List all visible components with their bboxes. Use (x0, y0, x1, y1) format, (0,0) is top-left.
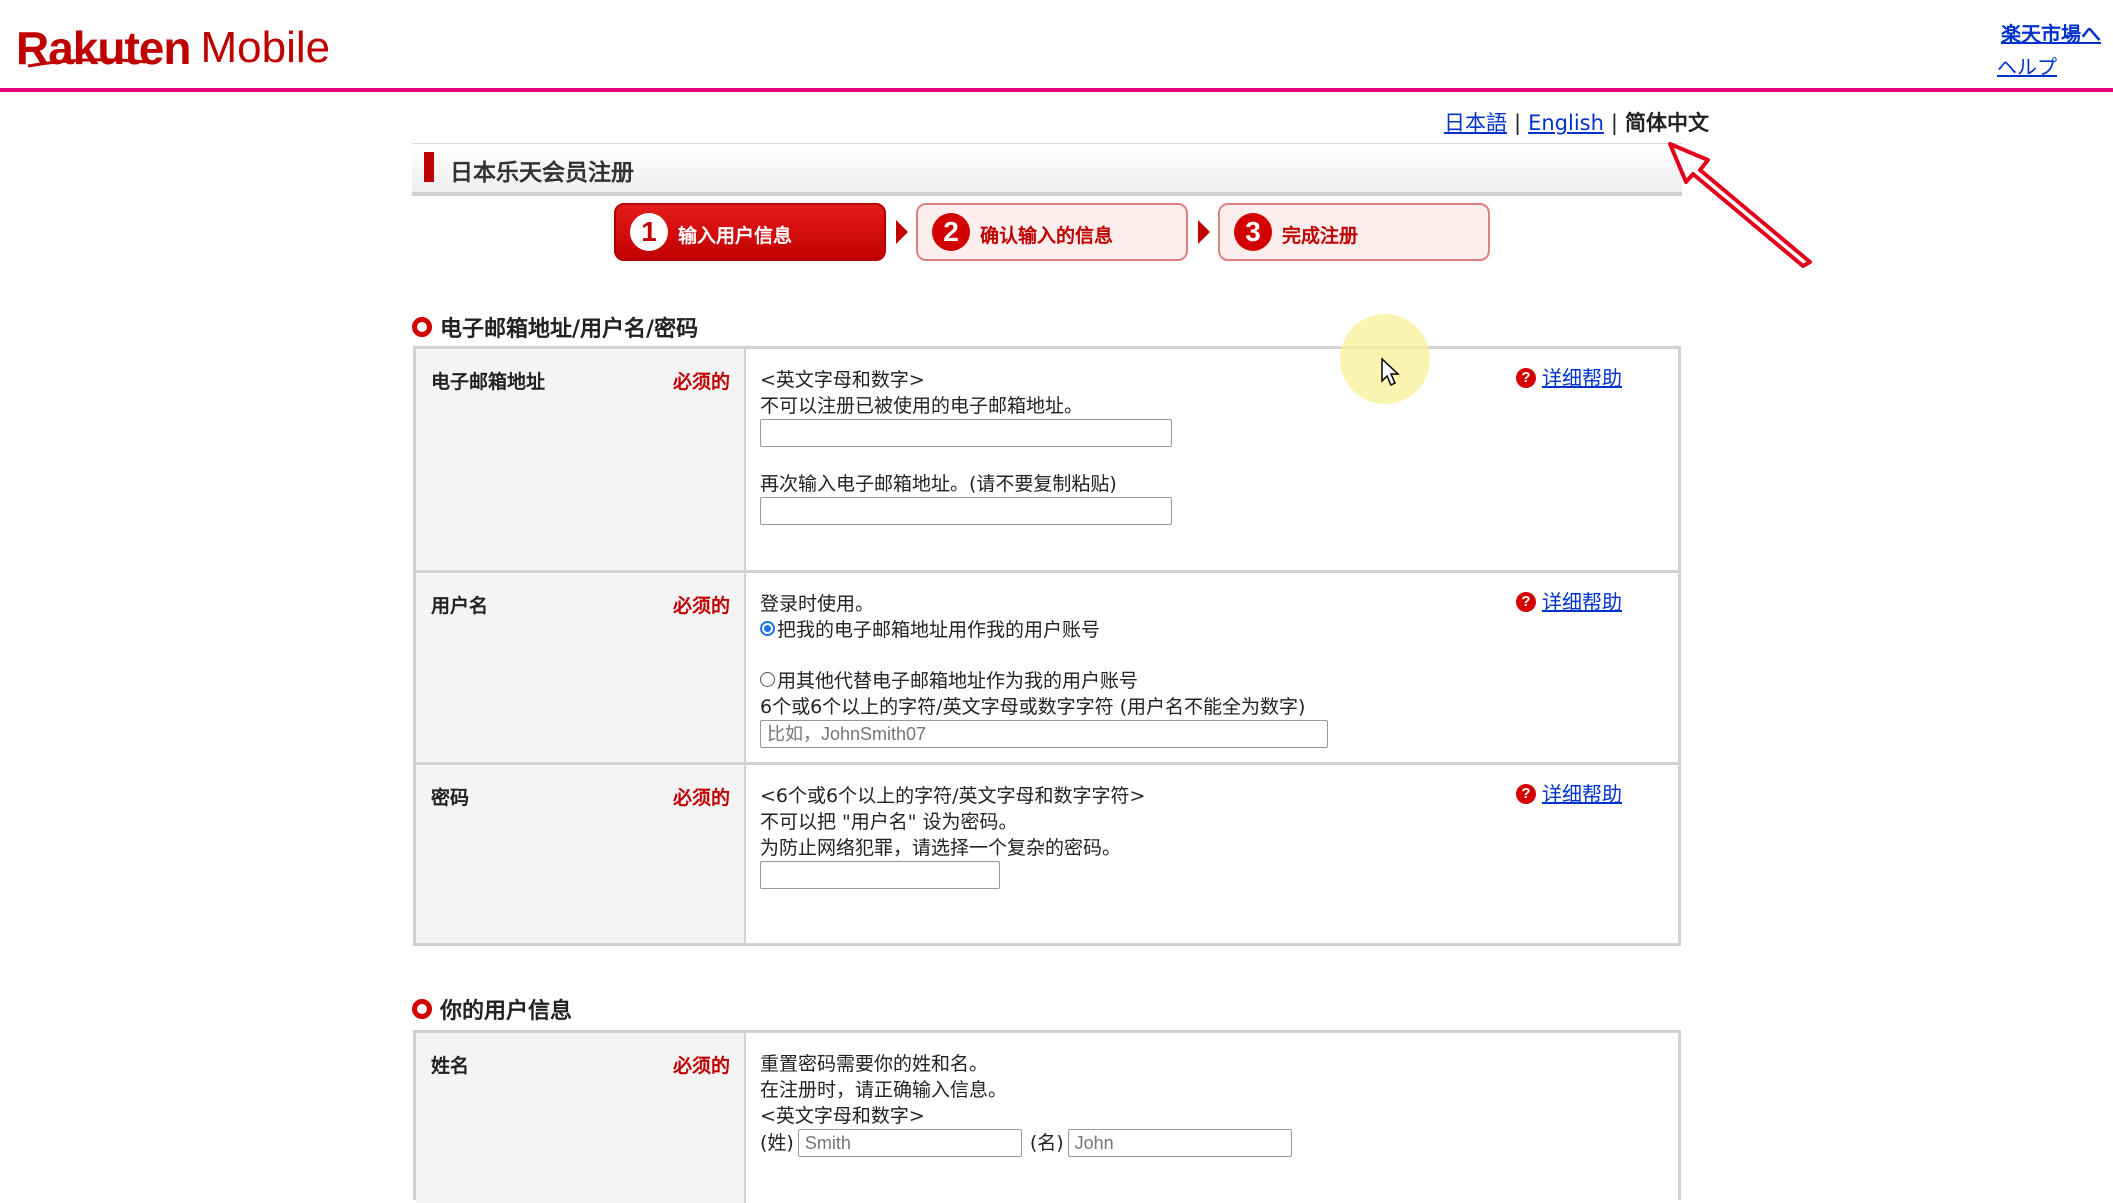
step-1: 1 输入用户信息 (614, 203, 886, 261)
name-content-cell: 重置密码需要你的姓和名。 在注册时，请正确输入信息。 <英文字母和数字> (姓)… (746, 1033, 1678, 1203)
step-2-number: 2 (932, 213, 970, 251)
name-hint-1: 重置密码需要你的姓和名。 (760, 1053, 989, 1075)
bullet-icon (412, 317, 432, 337)
step-3-number: 3 (1234, 213, 1272, 251)
annotation-arrow-icon (1668, 142, 1812, 268)
help-link[interactable]: ヘルプ (1997, 51, 2057, 80)
password-row: 密码 必须的 <6个或6个以上的字符/英文字母和数字字符> 不可以把 "用户名"… (416, 765, 1678, 943)
step-arrow-icon (896, 220, 908, 244)
name-row: 姓名 必须的 重置密码需要你的姓和名。 在注册时，请正确输入信息。 <英文字母和… (416, 1033, 1678, 1203)
email-input[interactable] (760, 419, 1172, 447)
page-title: 日本乐天会员注册 (450, 160, 634, 186)
email-confirm-input[interactable] (760, 497, 1172, 525)
registration-steps: 1 输入用户信息 2 确认输入的信息 3 完成注册 (614, 203, 1494, 261)
radio-email-as-username[interactable] (760, 621, 775, 636)
email-help[interactable]: ? 详细帮助 (1516, 365, 1622, 391)
lang-separator: | (1610, 111, 1618, 135)
name-label: 姓名 (431, 1055, 470, 1077)
last-name-label: (姓) (760, 1132, 794, 1154)
step-3: 3 完成注册 (1218, 203, 1490, 261)
name-label-cell: 姓名 必须的 (416, 1033, 746, 1203)
lang-japanese-link[interactable]: 日本語 (1444, 111, 1507, 135)
step-2-label: 确认输入的信息 (980, 225, 1114, 247)
email-label: 电子邮箱地址 (431, 371, 546, 393)
section-heading-account: 电子邮箱地址/用户名/密码 (412, 311, 698, 343)
username-help-link[interactable]: 详细帮助 (1542, 589, 1622, 615)
question-icon: ? (1516, 784, 1536, 804)
first-name-input[interactable] (1067, 1129, 1292, 1157)
name-hint-2: 在注册时，请正确输入信息。 (760, 1079, 1008, 1101)
password-hint-2: 不可以把 "用户名" 设为密码。 (760, 811, 1018, 833)
section-heading-user-info-text: 你的用户信息 (440, 999, 573, 1024)
logo-mobile-text: Mobile (200, 23, 331, 72)
required-label: 必须的 (672, 595, 730, 617)
password-help[interactable]: ? 详细帮助 (1516, 781, 1622, 807)
lang-separator: | (1514, 111, 1522, 135)
page-title-bar: 日本乐天会员注册 (412, 143, 1682, 196)
name-fields: (姓) (名) (760, 1129, 1664, 1157)
username-rule: 6个或6个以上的字符/英文字母或数字字符 (用户名不能全为数字) (760, 696, 1306, 718)
username-label-cell: 用户名 必须的 (416, 573, 746, 762)
rakuten-mobile-logo[interactable]: Rakuten Mobile (16, 18, 330, 78)
question-icon: ? (1516, 592, 1536, 612)
rakuten-ichiba-link[interactable]: 楽天市場へ (2001, 18, 2101, 47)
email-content-cell: <英文字母和数字> 不可以注册已被使用的电子邮箱地址。 再次输入电子邮箱地址。(… (746, 349, 1678, 570)
step-1-label: 输入用户信息 (678, 225, 793, 247)
email-row: 电子邮箱地址 必须的 <英文字母和数字> 不可以注册已被使用的电子邮箱地址。 再… (416, 349, 1678, 573)
username-help[interactable]: ? 详细帮助 (1516, 589, 1622, 615)
required-label: 必须的 (672, 787, 730, 809)
username-option-custom-label: 用其他代替电子邮箱地址作为我的用户账号 (777, 670, 1139, 692)
username-label: 用户名 (431, 595, 489, 617)
email-help-link[interactable]: 详细帮助 (1542, 365, 1622, 391)
first-name-label: (名) (1029, 1132, 1064, 1154)
username-content-cell: 登录时使用。 把我的电子邮箱地址用作我的用户账号 用其他代替电子邮箱地址作为我的… (746, 573, 1678, 762)
email-confirm-hint: 再次输入电子邮箱地址。(请不要复制粘贴) (760, 473, 1117, 495)
step-3-label: 完成注册 (1282, 225, 1359, 247)
password-input[interactable] (760, 861, 1000, 889)
step-2: 2 确认输入的信息 (916, 203, 1188, 261)
username-option-email[interactable]: 把我的电子邮箱地址用作我的用户账号 (760, 617, 1664, 643)
account-form-table: 电子邮箱地址 必须的 <英文字母和数字> 不可以注册已被使用的电子邮箱地址。 再… (413, 346, 1681, 946)
lang-english-link[interactable]: English (1528, 111, 1604, 135)
required-label: 必须的 (672, 371, 730, 393)
bullet-icon (412, 999, 432, 1019)
logo-swoosh-icon (27, 58, 147, 68)
password-hint-3: 为防止网络犯罪，请选择一个复杂的密码。 (760, 837, 1122, 859)
section-heading-user-info: 你的用户信息 (412, 993, 572, 1025)
name-hint-3: <英文字母和数字> (760, 1105, 925, 1127)
step-arrow-icon (1198, 220, 1210, 244)
username-input[interactable] (760, 720, 1328, 748)
question-icon: ? (1516, 368, 1536, 388)
required-label: 必须的 (672, 1055, 730, 1077)
user-info-form-table: 姓名 必须的 重置密码需要你的姓和名。 在注册时，请正确输入信息。 <英文字母和… (413, 1030, 1681, 1203)
password-content-cell: <6个或6个以上的字符/英文字母和数字字符> 不可以把 "用户名" 设为密码。 … (746, 765, 1678, 943)
mouse-cursor-icon (1381, 357, 1400, 387)
password-label: 密码 (431, 787, 470, 809)
radio-custom-username[interactable] (760, 672, 775, 687)
username-option-custom[interactable]: 用其他代替电子邮箱地址作为我的用户账号 (760, 668, 1664, 694)
username-option-email-label: 把我的电子邮箱地址用作我的用户账号 (777, 619, 1101, 641)
site-header: Rakuten Mobile 楽天市場へ ヘルプ (0, 0, 2113, 92)
step-1-number: 1 (630, 213, 668, 251)
email-hint-2: 不可以注册已被使用的电子邮箱地址。 (760, 395, 1084, 417)
password-help-link[interactable]: 详细帮助 (1542, 781, 1622, 807)
last-name-input[interactable] (797, 1129, 1022, 1157)
email-label-cell: 电子邮箱地址 必须的 (416, 349, 746, 570)
title-marker (424, 152, 434, 182)
username-row: 用户名 必须的 登录时使用。 把我的电子邮箱地址用作我的用户账号 用其他代替电子… (416, 573, 1678, 765)
password-label-cell: 密码 必须的 (416, 765, 746, 943)
section-heading-account-text: 电子邮箱地址/用户名/密码 (440, 317, 699, 342)
